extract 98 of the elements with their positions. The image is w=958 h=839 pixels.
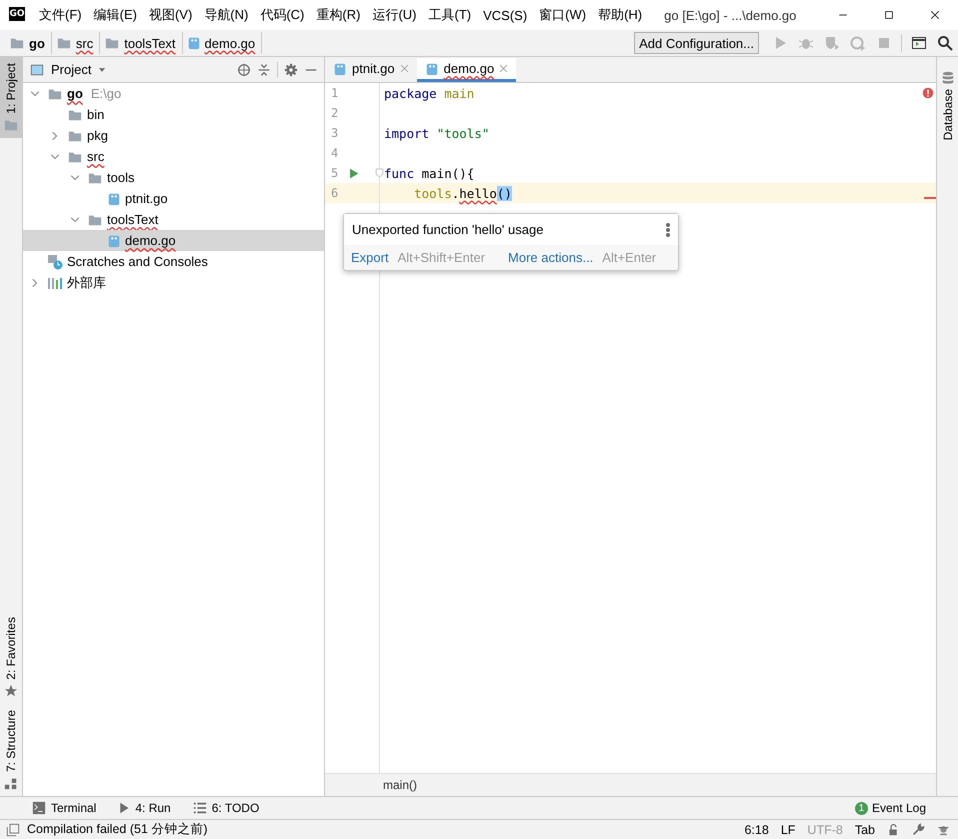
caret-position[interactable]: 6:18 bbox=[744, 822, 769, 836]
line-number: 4 bbox=[331, 146, 338, 160]
line-number: 5 bbox=[331, 166, 338, 180]
menu-item[interactable]: 帮助(H) bbox=[592, 6, 648, 24]
menu-item[interactable]: 工具(T) bbox=[422, 6, 478, 24]
tree-row[interactable]: pkg bbox=[23, 125, 324, 146]
notification-badge: 1 bbox=[854, 802, 868, 814]
code-line: import "tools" bbox=[384, 126, 490, 140]
project-view-selector[interactable]: Project bbox=[29, 62, 108, 77]
shortcut-hint: Alt+Shift+Enter bbox=[398, 250, 486, 265]
folder-icon bbox=[3, 118, 19, 132]
folder-icon bbox=[9, 36, 25, 50]
popup-message: Unexported function 'hello' usage bbox=[352, 222, 544, 237]
layout-icon[interactable] bbox=[911, 35, 927, 51]
tool-window-button[interactable]: 6: TODO bbox=[192, 801, 260, 815]
fold-icon[interactable] bbox=[375, 168, 384, 178]
settings-icon[interactable] bbox=[284, 62, 298, 76]
tree-row[interactable]: bin bbox=[23, 104, 324, 125]
menu-item[interactable]: 重构(R) bbox=[310, 6, 366, 24]
stop-icon[interactable] bbox=[876, 35, 892, 51]
tool-window-tab[interactable]: 2: Favorites bbox=[0, 611, 22, 704]
tree-row[interactable]: src bbox=[23, 146, 324, 167]
gopher-file-icon bbox=[186, 35, 201, 51]
database-icon bbox=[940, 71, 954, 85]
error-marker[interactable] bbox=[924, 197, 936, 199]
panel-toggle-icon[interactable] bbox=[6, 822, 20, 836]
menu-item[interactable]: 代码(C) bbox=[254, 6, 310, 24]
menu-item[interactable]: 运行(U) bbox=[366, 6, 422, 24]
menu-item[interactable]: 编辑(E) bbox=[88, 6, 143, 24]
tree-row[interactable]: go E:\go bbox=[23, 83, 324, 104]
shortcut-hint: Alt+Enter bbox=[602, 250, 656, 265]
collapse-all-icon[interactable] bbox=[257, 62, 271, 76]
code-line: func main(){ bbox=[384, 166, 474, 180]
folder-icon bbox=[87, 212, 103, 226]
tree-row[interactable]: 外部库 bbox=[23, 272, 324, 293]
folder-icon bbox=[67, 150, 83, 164]
menu-item[interactable]: 文件(F) bbox=[33, 6, 88, 24]
tool-window-button[interactable]: Terminal bbox=[32, 801, 96, 815]
tool-window-tab[interactable]: 7: Structure bbox=[0, 704, 22, 796]
line-number: 6 bbox=[331, 186, 338, 200]
locate-icon[interactable] bbox=[237, 62, 251, 76]
add-configuration-button[interactable]: Add Configuration... bbox=[634, 32, 759, 54]
line-number: 3 bbox=[331, 126, 338, 140]
tree-row[interactable]: toolsText bbox=[23, 209, 324, 230]
breadcrumb-item[interactable]: go bbox=[29, 36, 45, 50]
folder-icon bbox=[104, 36, 120, 50]
close-icon[interactable] bbox=[929, 9, 941, 21]
line-separator[interactable]: LF bbox=[780, 822, 796, 836]
status-message: Compilation failed (51 分钟之前) bbox=[27, 821, 208, 838]
line-number: 2 bbox=[331, 106, 338, 120]
lock-icon[interactable] bbox=[887, 823, 900, 836]
app-logo: GO bbox=[9, 7, 25, 23]
menu-item[interactable]: 窗口(W) bbox=[533, 6, 592, 24]
action-link[interactable]: More actions... bbox=[508, 250, 594, 265]
folder-icon bbox=[87, 170, 103, 184]
code-line: tools.hello() bbox=[413, 186, 512, 200]
star-icon bbox=[4, 684, 18, 698]
tree-row[interactable]: Scratches and Consoles bbox=[23, 251, 324, 272]
indent-setting[interactable]: Tab bbox=[854, 822, 875, 836]
error-icon[interactable] bbox=[922, 87, 934, 99]
maximize-icon[interactable] bbox=[883, 9, 895, 21]
line-number: 1 bbox=[331, 86, 338, 100]
gauge-icon[interactable] bbox=[850, 35, 866, 51]
tool-window-tab[interactable]: Database bbox=[940, 65, 954, 146]
code-line: package main bbox=[384, 86, 474, 100]
folder-icon bbox=[67, 128, 83, 142]
breadcrumb-item[interactable]: toolsText bbox=[124, 36, 176, 50]
terminal-icon bbox=[32, 801, 46, 815]
breadcrumb-item[interactable]: demo.go bbox=[204, 36, 256, 50]
tree-row[interactable]: demo.go bbox=[23, 230, 324, 251]
path-hint: E:\go bbox=[90, 86, 122, 101]
code-breadcrumb[interactable]: main() bbox=[383, 778, 418, 792]
tree-row[interactable]: ptnit.go bbox=[23, 188, 324, 209]
event-log-button[interactable]: Event Log bbox=[872, 801, 926, 815]
scratches-icon bbox=[47, 254, 63, 270]
structure-icon bbox=[4, 776, 18, 790]
breadcrumb-item[interactable]: src bbox=[76, 36, 94, 50]
editor-tab[interactable]: demo.go bbox=[416, 58, 516, 82]
menu-item[interactable]: 导航(N) bbox=[198, 6, 254, 24]
panel-icon bbox=[29, 62, 45, 76]
editor-tab[interactable]: ptnit.go bbox=[325, 58, 417, 82]
play-icon bbox=[118, 802, 130, 814]
window-title: go [E:\go] - ...\demo.go bbox=[664, 8, 798, 22]
tool-window-button[interactable]: 4: Run bbox=[118, 801, 171, 815]
action-link[interactable]: Export bbox=[351, 250, 389, 265]
folder-icon bbox=[67, 108, 83, 122]
tool-window-tab[interactable]: 1: Project bbox=[0, 57, 22, 138]
wrench-icon[interactable] bbox=[912, 823, 925, 836]
folder-icon bbox=[56, 36, 72, 50]
search-icon[interactable] bbox=[937, 35, 953, 51]
menu-item[interactable]: 视图(V) bbox=[142, 6, 198, 24]
menu-item[interactable]: VCS(S) bbox=[477, 8, 534, 22]
run-icon[interactable] bbox=[348, 168, 360, 178]
tree-row[interactable]: tools bbox=[23, 167, 324, 188]
folder-icon bbox=[47, 86, 63, 100]
list-icon bbox=[192, 801, 207, 815]
shield-icon[interactable] bbox=[824, 35, 840, 51]
more-icon[interactable] bbox=[666, 222, 670, 236]
